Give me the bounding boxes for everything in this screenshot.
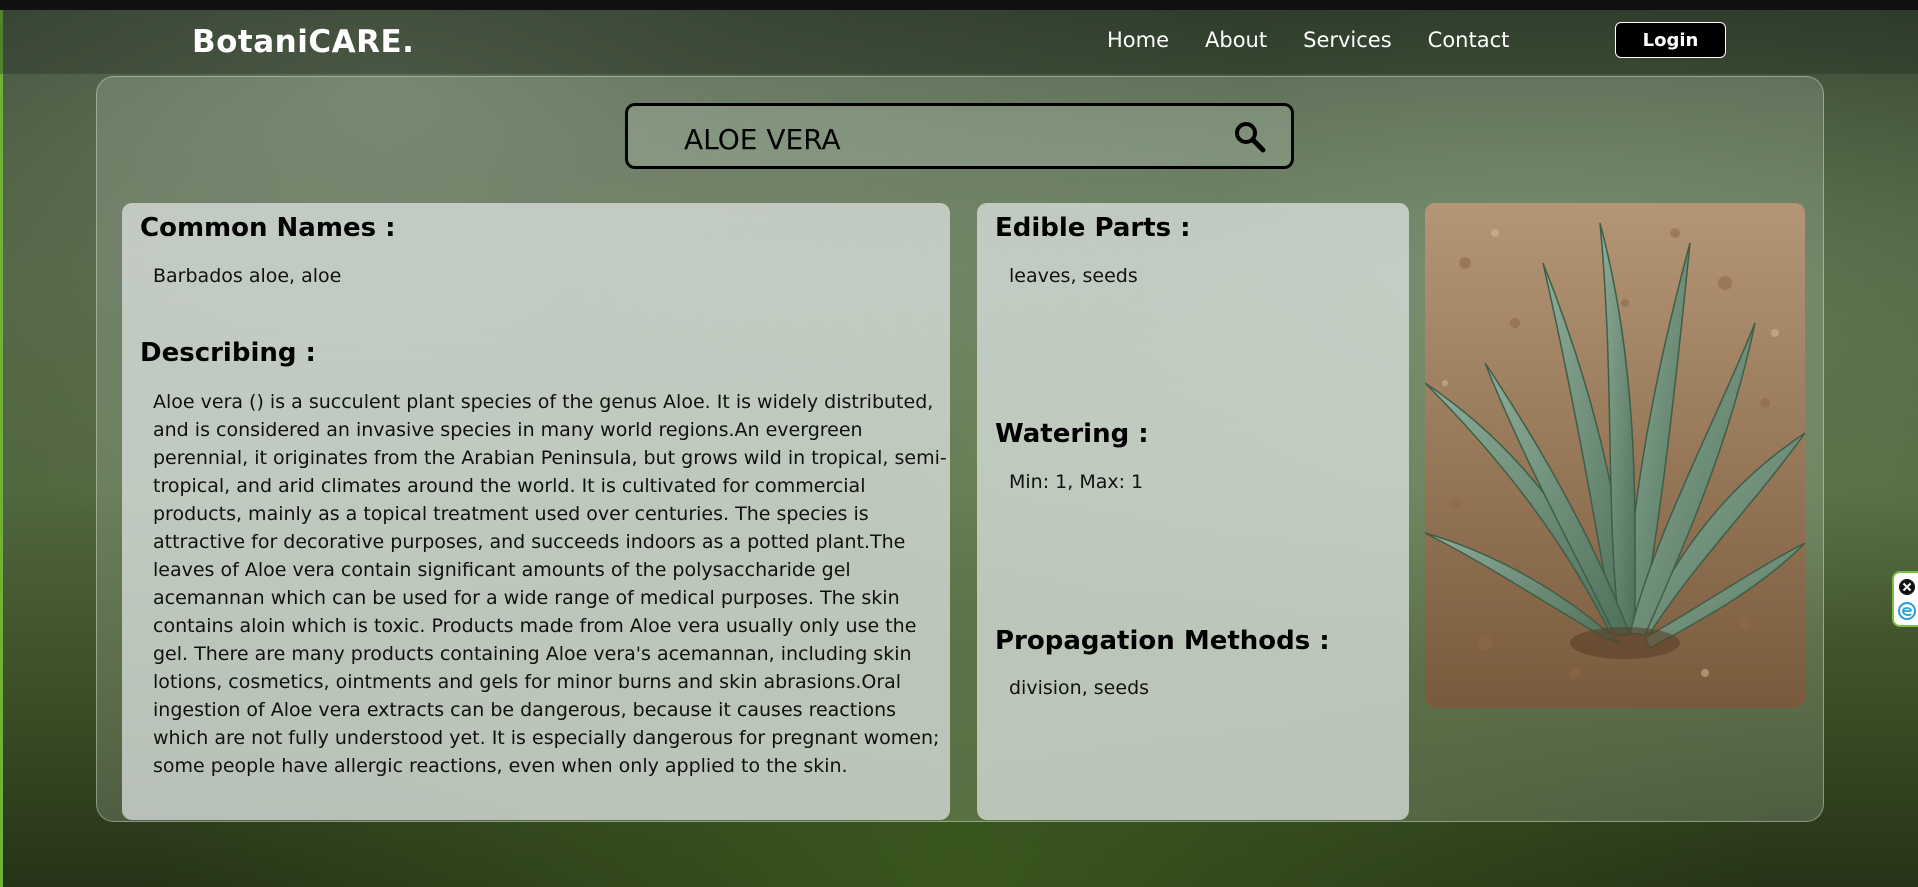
info-card-middle [977, 203, 1409, 820]
left-edge-strip [0, 10, 3, 887]
nav-links: Home About Services Contact [1107, 28, 1545, 52]
description-text: Aloe vera () is a succulent plant specie… [153, 391, 947, 777]
watering-value: Min: 1, Max: 1 [1009, 471, 1144, 493]
search-box [625, 103, 1294, 169]
edible-parts-value: leaves, seeds [1009, 265, 1138, 287]
propagation-heading: Propagation Methods : [995, 626, 1330, 656]
side-widget[interactable] [1892, 571, 1918, 627]
aloe-plant-illustration [1425, 203, 1805, 708]
plant-image [1425, 203, 1805, 708]
edible-parts-heading: Edible Parts : [995, 213, 1191, 243]
side-widget-icons [1898, 579, 1916, 620]
search-input[interactable] [682, 120, 1206, 158]
nav-home[interactable]: Home [1107, 28, 1169, 52]
propagation-value: division, seeds [1009, 677, 1150, 699]
search-icon[interactable] [1233, 120, 1267, 154]
nav-services[interactable]: Services [1303, 28, 1392, 52]
nav-contact[interactable]: Contact [1428, 28, 1510, 52]
login-button[interactable]: Login [1615, 22, 1726, 58]
watering-heading: Watering : [995, 419, 1149, 449]
close-icon [1899, 579, 1915, 595]
window-top-strip [0, 0, 1918, 10]
e-icon [1898, 602, 1916, 620]
describing-heading: Describing : [140, 338, 316, 368]
nav-about[interactable]: About [1205, 28, 1267, 52]
common-names-value: Barbados aloe, aloe [153, 265, 342, 287]
common-names-heading: Common Names : [140, 213, 396, 243]
brand-logo[interactable]: BotaniCARE. [192, 24, 414, 60]
